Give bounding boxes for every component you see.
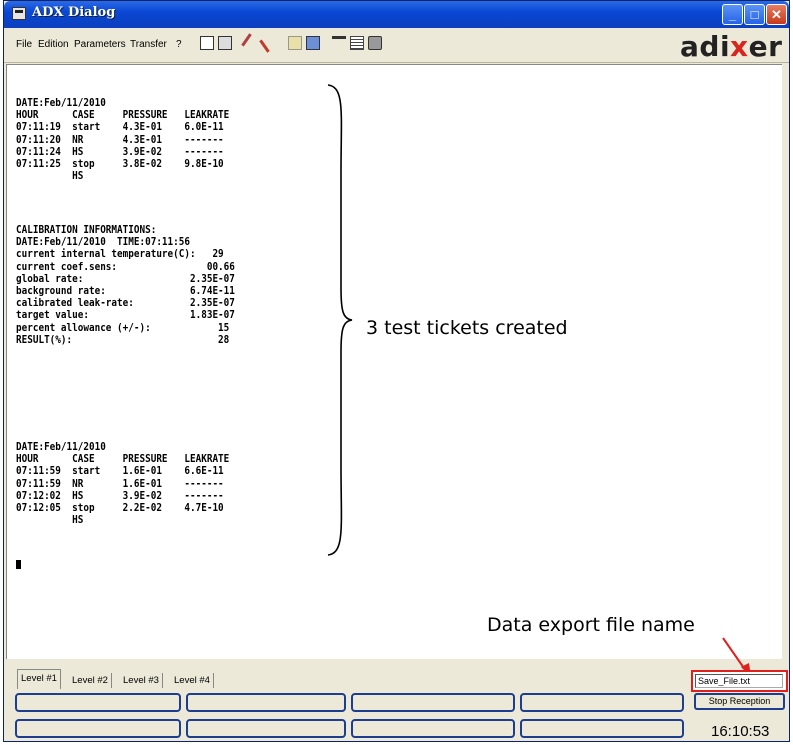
test-ticket-2: DATE:Feb/11/2010 HOUR CASE PRESSURE LEAK…: [16, 441, 230, 527]
settings-icon[interactable]: [332, 36, 346, 50]
status-slot: [351, 693, 515, 712]
status-slot: [15, 719, 181, 738]
tab-level-4[interactable]: Level #4: [171, 673, 214, 688]
status-slot: [351, 719, 515, 738]
disk-icon[interactable]: [288, 36, 302, 50]
status-slot: [15, 693, 181, 712]
menu-transfer[interactable]: Transfer: [130, 39, 167, 50]
minimize-button[interactable]: _: [722, 4, 743, 25]
calibration-ticket: CALIBRATION INFORMATIONS: DATE:Feb/11/20…: [16, 224, 235, 346]
menu-parameters[interactable]: Parameters: [74, 39, 126, 50]
stop-reception-button[interactable]: Stop Reception: [694, 693, 785, 710]
menu-bar: File Edition Parameters Transfer ? adixe…: [4, 28, 789, 63]
status-slot: [520, 719, 684, 738]
tool-icon[interactable]: [259, 33, 279, 53]
status-slot: [186, 693, 346, 712]
status-slot: [520, 693, 684, 712]
printer-icon[interactable]: [368, 36, 382, 50]
tool-icon[interactable]: [241, 33, 261, 53]
text-cursor: [16, 560, 21, 569]
maximize-button[interactable]: □: [744, 4, 765, 25]
save-file-input[interactable]: [695, 674, 783, 688]
app-icon: [12, 7, 26, 20]
save-file-highlight: [691, 670, 788, 692]
clock: 16:10:53: [711, 723, 770, 740]
list-icon[interactable]: [350, 36, 364, 50]
adx-dialog-window: ADX Dialog _ □ ✕ File Edition Parameters…: [3, 0, 790, 742]
tab-level-1[interactable]: Level #1: [17, 669, 61, 689]
menu-help[interactable]: ?: [176, 39, 182, 50]
print-preview-icon[interactable]: [218, 36, 232, 50]
menu-file[interactable]: File: [16, 39, 32, 50]
close-button[interactable]: ✕: [766, 4, 787, 25]
export-icon[interactable]: [306, 36, 320, 50]
tickets-annotation: 3 test tickets created: [366, 317, 568, 339]
terminal-output[interactable]: DATE:Feb/11/2010 HOUR CASE PRESSURE LEAK…: [6, 64, 782, 677]
test-ticket-1: DATE:Feb/11/2010 HOUR CASE PRESSURE LEAK…: [16, 97, 230, 183]
title-bar: ADX Dialog _ □ ✕: [4, 1, 789, 28]
tab-level-2[interactable]: Level #2: [69, 673, 112, 688]
brace-annotation: [327, 84, 353, 556]
new-file-icon[interactable]: [200, 36, 214, 50]
adixen-logo: adixer: [680, 30, 783, 63]
export-annotation: Data export file name: [487, 614, 695, 636]
window-title: ADX Dialog: [32, 5, 116, 20]
level-tabs: Level #1 Level #2 Level #3 Level #4: [4, 666, 684, 689]
menu-edition[interactable]: Edition: [38, 39, 69, 50]
status-slot: [186, 719, 346, 738]
tab-level-3[interactable]: Level #3: [120, 673, 163, 688]
